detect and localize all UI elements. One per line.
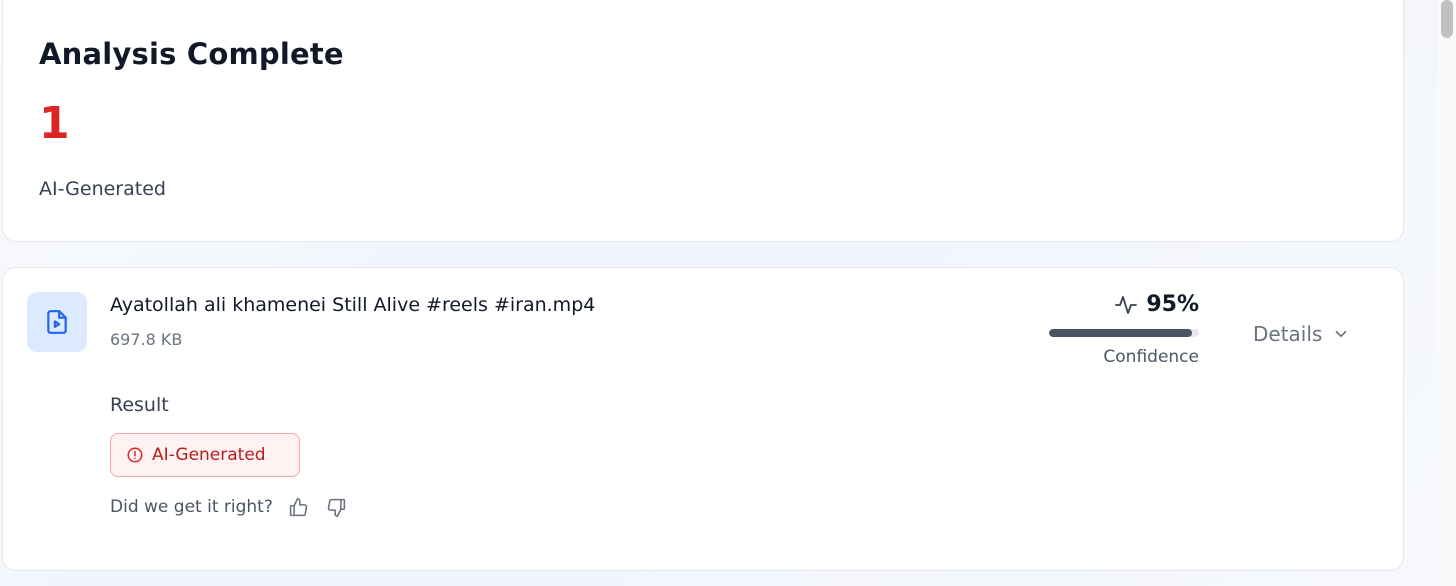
ai-generated-count-label: AI-Generated [39, 178, 166, 200]
summary-card: Analysis Complete 1 AI-Generated [2, 0, 1404, 242]
file-name: Ayatollah ali khamenei Still Alive #reel… [110, 294, 596, 316]
video-file-icon [27, 292, 87, 352]
summary-title: Analysis Complete [39, 37, 344, 71]
confidence-block: 95% Confidence [1047, 292, 1199, 367]
feedback-question: Did we get it right? [110, 497, 273, 517]
details-toggle[interactable]: Details [1253, 322, 1350, 346]
details-label: Details [1253, 322, 1323, 346]
thumbs-down-icon[interactable] [325, 495, 349, 519]
result-label: Result [110, 394, 169, 416]
confidence-label: Confidence [1103, 347, 1199, 367]
alert-circle-icon [126, 446, 144, 464]
ai-generated-count: 1 [39, 98, 70, 149]
result-badge: AI-Generated [110, 433, 300, 477]
confidence-bar [1049, 329, 1199, 337]
activity-icon [1114, 293, 1138, 317]
scrollbar-thumb[interactable] [1441, 0, 1453, 38]
chevron-down-icon [1332, 325, 1350, 343]
file-result-card: Ayatollah ali khamenei Still Alive #reel… [2, 267, 1404, 571]
thumbs-up-icon[interactable] [287, 495, 311, 519]
confidence-bar-fill [1049, 329, 1192, 337]
result-badge-label: AI-Generated [152, 445, 266, 465]
confidence-value: 95% [1146, 292, 1199, 317]
file-size: 697.8 KB [110, 330, 183, 349]
feedback-row: Did we get it right? [110, 495, 349, 519]
scrollbar[interactable] [1438, 0, 1456, 586]
